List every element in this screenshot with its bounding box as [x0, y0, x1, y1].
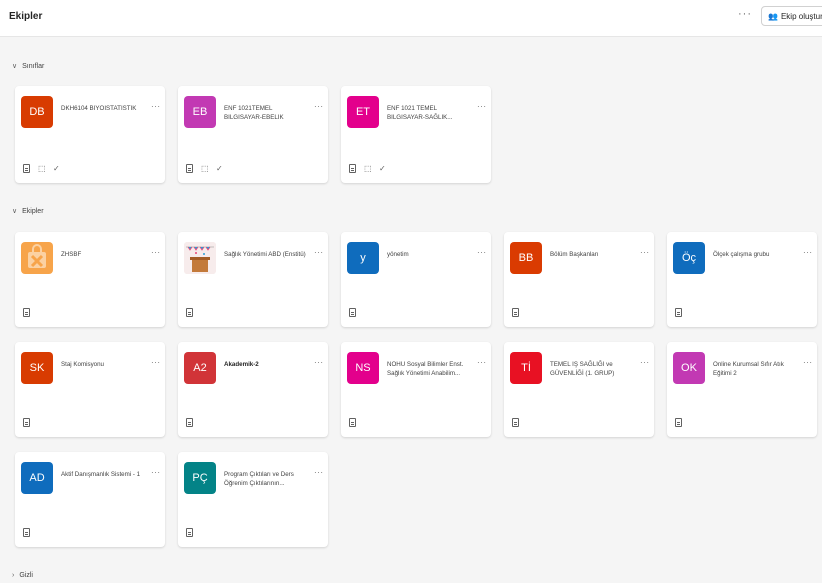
team-card[interactable]: PÇ Program Çıktıları ve Ders Öğrenim Çık… [178, 452, 328, 547]
class-card[interactable]: DB DKH6104 BIYOISTATISTIK ··· ⬚ ✓ [15, 86, 165, 183]
files-icon[interactable] [349, 308, 356, 317]
files-icon[interactable] [512, 308, 519, 317]
team-card[interactable]: Tİ TEMEL IŞ SAĞLIĞI ve GÜVENLİĞİ (1. GRU… [504, 342, 654, 437]
files-icon[interactable] [23, 308, 30, 317]
team-card[interactable]: OK Online Kurumsal Sıfır Atık Eğitimi 2 … [667, 342, 817, 437]
section-classes-label: Sınıflar [22, 62, 45, 70]
files-icon[interactable] [675, 308, 682, 317]
files-icon[interactable] [186, 418, 193, 427]
files-icon[interactable] [186, 164, 193, 173]
files-icon[interactable] [23, 418, 30, 427]
assignments-icon[interactable]: ✓ [216, 164, 224, 173]
class-card[interactable]: EB ENF 1021TEMEL BILGISAYAR-EBELIK ··· ⬚… [178, 86, 328, 183]
team-more-button[interactable]: ··· [151, 468, 161, 477]
page-title: Ekipler [9, 11, 43, 22]
files-icon[interactable] [349, 164, 356, 173]
assignments-icon[interactable]: ✓ [379, 164, 387, 173]
team-avatar: Öç [673, 242, 705, 274]
team-more-button[interactable]: ··· [151, 358, 161, 367]
team-more-button[interactable]: ··· [640, 248, 650, 257]
team-avatar: BB [510, 242, 542, 274]
team-more-button[interactable]: ··· [314, 468, 324, 477]
team-more-button[interactable]: ··· [151, 102, 161, 111]
team-name: Bölüm Başkanları [550, 251, 599, 258]
team-name: Sağlık Yönetimi ABD (Enstitü) [224, 251, 306, 258]
files-icon[interactable] [23, 164, 30, 173]
team-avatar: SK [21, 352, 53, 384]
team-card[interactable]: AD Aktif Danışmanlık Sistemi - 1 ··· [15, 452, 165, 547]
team-name: Program Çıktıları ve Ders Öğrenim Çıktıl… [224, 471, 294, 487]
team-avatar: OK [673, 352, 705, 384]
team-name: NOHU Sosyal Bilimler Enst. Sağlık Yöneti… [387, 361, 464, 377]
team-card[interactable]: Öç Ölçek çalışma grubu ··· [667, 232, 817, 327]
files-icon[interactable] [675, 418, 682, 427]
team-avatar: EB [184, 96, 216, 128]
team-more-button[interactable]: ··· [314, 102, 324, 111]
create-team-label: Ekip oluştur v [780, 11, 822, 21]
team-avatar: AD [21, 462, 53, 494]
files-icon[interactable] [349, 418, 356, 427]
team-name: ENF 1021 TEMEL BILGISAYAR-SAĞLIK... [387, 105, 453, 121]
chevron-down-icon: ∨ [12, 63, 18, 70]
bag-logo [28, 244, 46, 268]
team-more-button[interactable]: ··· [477, 248, 487, 257]
team-name: DKH6104 BIYOISTATISTIK [61, 105, 137, 112]
create-team-button[interactable]: 👥 Ekip oluştur v [761, 6, 822, 26]
team-card[interactable]: Sağlık Yönetimi ABD (Enstitü) ··· [178, 232, 328, 327]
section-classes-toggle[interactable]: ∨ Sınıflar [12, 62, 45, 71]
team-name: ZHSBF [61, 251, 82, 258]
team-card[interactable]: A2 Akademik-2 ··· [178, 342, 328, 437]
top-bar: Ekipler ··· 👥 Ekip oluştur v [0, 0, 822, 37]
team-avatar: NS [347, 352, 379, 384]
people-add-icon: 👥 [768, 11, 778, 21]
section-hidden-label: Gizli [19, 572, 33, 579]
team-name: Akademik-2 [224, 361, 259, 368]
team-avatar: Tİ [510, 352, 542, 384]
chevron-down-icon: ∨ [12, 208, 18, 215]
team-name: Ölçek çalışma grubu [713, 251, 770, 258]
team-name: yönetim [387, 251, 409, 258]
section-hidden-toggle[interactable]: › Gizli [12, 572, 33, 579]
notebook-icon[interactable]: ⬚ [38, 164, 46, 173]
team-avatar [21, 242, 53, 274]
team-more-button[interactable]: ··· [803, 248, 813, 257]
team-avatar [184, 242, 216, 274]
team-name: Aktif Danışmanlık Sistemi - 1 [61, 471, 141, 478]
section-teams-label: Ekipler [22, 207, 44, 215]
files-icon[interactable] [512, 418, 519, 427]
team-name: Staj Komisyonu [61, 361, 104, 368]
team-card[interactable]: y yönetim ··· [341, 232, 491, 327]
notebook-icon[interactable]: ⬚ [201, 164, 209, 173]
section-teams-toggle[interactable]: ∨ Ekipler [12, 207, 44, 216]
files-icon[interactable] [23, 528, 30, 537]
more-options-button[interactable]: ··· [738, 8, 752, 20]
team-avatar: y [347, 242, 379, 274]
team-card[interactable]: NS NOHU Sosyal Bilimler Enst. Sağlık Yön… [341, 342, 491, 437]
team-name: ENF 1021TEMEL BILGISAYAR-EBELIK [224, 105, 284, 121]
files-icon[interactable] [186, 528, 193, 537]
team-card[interactable]: ZHSBF ··· [15, 232, 165, 327]
files-icon[interactable] [186, 308, 193, 317]
celebration-podium-image [184, 242, 216, 274]
team-card[interactable]: BB Bölüm Başkanları ··· [504, 232, 654, 327]
team-more-button[interactable]: ··· [151, 248, 161, 257]
class-card[interactable]: ET ENF 1021 TEMEL BILGISAYAR-SAĞLIK... ·… [341, 86, 491, 183]
team-avatar: DB [21, 96, 53, 128]
team-more-button[interactable]: ··· [314, 248, 324, 257]
team-more-button[interactable]: ··· [477, 102, 487, 111]
team-more-button[interactable]: ··· [803, 358, 813, 367]
team-more-button[interactable]: ··· [314, 358, 324, 367]
team-avatar: A2 [184, 352, 216, 384]
chevron-right-icon: › [12, 572, 15, 579]
team-more-button[interactable]: ··· [477, 358, 487, 367]
notebook-icon[interactable]: ⬚ [364, 164, 372, 173]
assignments-icon[interactable]: ✓ [53, 164, 61, 173]
team-avatar: ET [347, 96, 379, 128]
team-more-button[interactable]: ··· [640, 358, 650, 367]
team-avatar: PÇ [184, 462, 216, 494]
team-name: TEMEL IŞ SAĞLIĞI ve GÜVENLİĞİ (1. GRUP) [550, 361, 615, 377]
team-name: Online Kurumsal Sıfır Atık Eğitimi 2 [713, 361, 784, 377]
team-card[interactable]: SK Staj Komisyonu ··· [15, 342, 165, 437]
